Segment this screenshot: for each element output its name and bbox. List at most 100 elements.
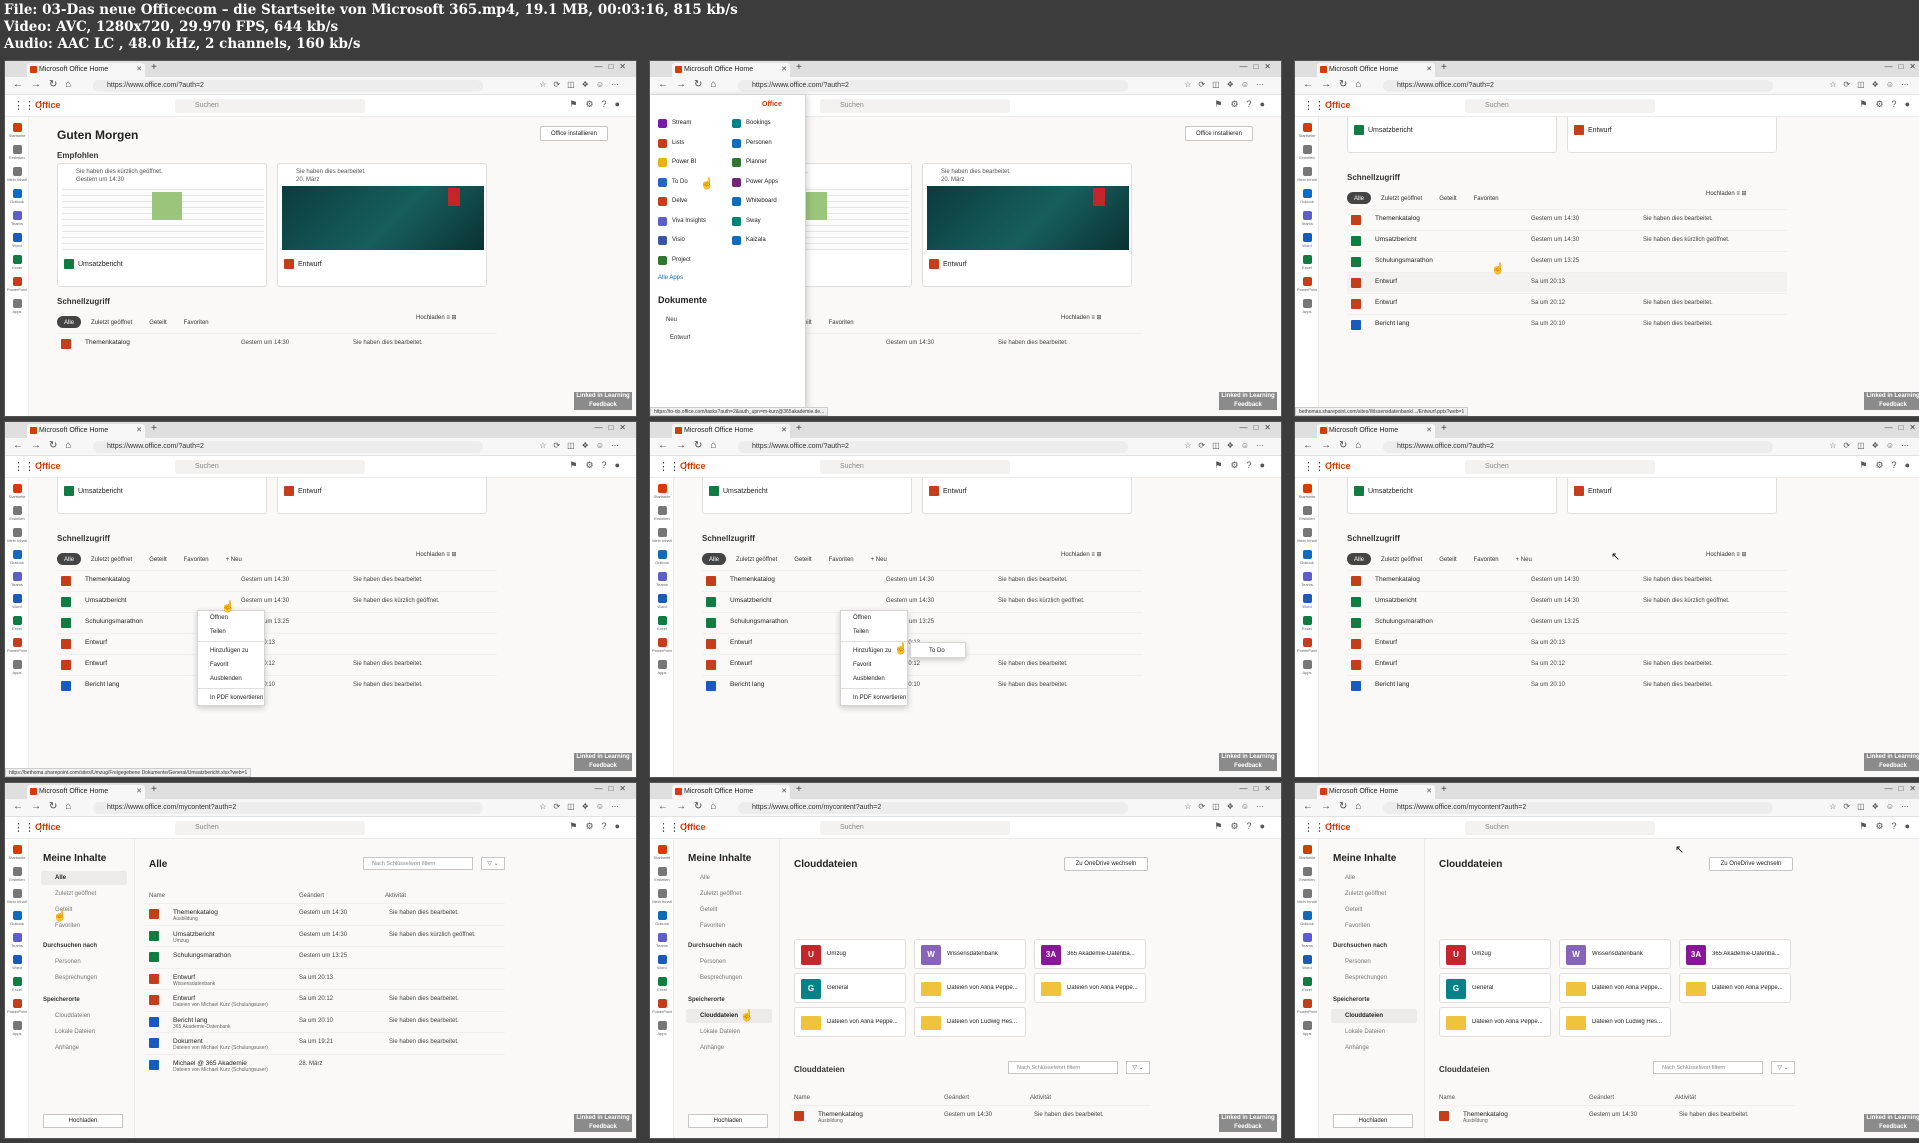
file-row[interactable]: Entwurf Sa um 20:13: [1347, 272, 1787, 292]
recent-card[interactable]: Entwurf: [922, 478, 1132, 514]
address-bar[interactable]: https://www.office.com/?auth=2: [93, 80, 483, 92]
new-tab-icon[interactable]: +: [151, 423, 157, 434]
upload-button[interactable]: Hochladen: [1333, 1114, 1413, 1128]
context-menu-item[interactable]: In PDF konvertieren: [198, 691, 264, 705]
context-menu-item[interactable]: Öffnen: [841, 611, 907, 625]
rail-item-0[interactable]: Startseite: [1297, 123, 1317, 145]
window-controls[interactable]: —□✕: [1239, 784, 1277, 793]
rail-item-4[interactable]: Teams: [652, 572, 672, 594]
window-controls[interactable]: —□✕: [594, 62, 632, 71]
location-2[interactable]: Anhänge: [686, 1041, 772, 1055]
address-bar[interactable]: https://www.office.com/?auth=2: [738, 80, 1128, 92]
close-tab-icon[interactable]: ✕: [1426, 424, 1432, 438]
rail-item-8[interactable]: Apps: [7, 660, 27, 682]
location-0[interactable]: Clouddateien: [1331, 1009, 1417, 1023]
window-controls[interactable]: —□✕: [1884, 784, 1919, 793]
pill-favorites[interactable]: Favoriten: [1467, 553, 1506, 565]
app-r2[interactable]: Planner: [728, 154, 798, 170]
rail-item-7[interactable]: PowerPoint: [652, 638, 672, 660]
recent-document[interactable]: Entwurf: [670, 335, 690, 341]
rail-item-2[interactable]: Mein Inhalt: [652, 889, 672, 911]
rail-item-0[interactable]: Startseite: [1297, 484, 1317, 506]
file-row[interactable]: Themenkatalog Ausbildung Gestern um 14:30 S…: [790, 1105, 1150, 1125]
nav-1[interactable]: Zuletzt geöffnet: [1331, 887, 1417, 901]
file-row[interactable]: Umsatzbericht Gestern um 14:30 Sie haben d…: [1347, 591, 1787, 611]
pill-recent[interactable]: Zuletzt geöffnet: [84, 553, 139, 565]
rail-item-5[interactable]: Word: [1297, 955, 1317, 977]
address-bar[interactable]: https://www.office.com/?auth=2: [738, 441, 1128, 453]
rail-item-2[interactable]: Mein Inhalt: [7, 889, 27, 911]
rail-item-2[interactable]: Mein Inhalt: [7, 528, 27, 550]
location-0[interactable]: Clouddateien: [41, 1009, 127, 1023]
rail-item-0[interactable]: Startseite: [652, 484, 672, 506]
file-row[interactable]: Umsatzbericht Gestern um 14:30 Sie haben d…: [57, 591, 497, 611]
nav-1[interactable]: Zuletzt geöffnet: [686, 887, 772, 901]
browser-tab[interactable]: Microsoft Office Home ✕: [1317, 63, 1435, 77]
new-tab-icon[interactable]: +: [1441, 62, 1447, 73]
view-toggle-icons[interactable]: ≡ ⊞: [1090, 315, 1101, 321]
file-row[interactable]: Themenkatalog Gestern um 14:30 Sie haben d…: [1347, 209, 1787, 229]
back-forward-reload-icons[interactable]: ←→↻⌂: [13, 801, 79, 812]
pill-alle[interactable]: Alle: [702, 553, 727, 565]
recent-card[interactable]: Sie haben dies bearbeitet. 20. März Entwur…: [922, 163, 1132, 287]
cloud-location-tile[interactable]: Dateien von Alina Peppe...: [794, 1007, 906, 1037]
browser-tab[interactable]: Microsoft Office Home ✕: [672, 785, 790, 799]
nav-3[interactable]: Favoriten: [1331, 919, 1417, 933]
office-brand[interactable]: Office: [1325, 100, 1351, 110]
address-bar[interactable]: https://www.office.com/mycontent?auth=2: [93, 802, 483, 814]
browser-tab[interactable]: Microsoft Office Home ✕: [27, 63, 145, 77]
view-toggle-icons[interactable]: ≡ ⊞: [445, 315, 456, 321]
browser-toolbar-icons[interactable]: ☆⟳◫❖☺⋯: [1184, 441, 1271, 450]
rail-item-5[interactable]: Word: [652, 594, 672, 616]
window-controls[interactable]: —□✕: [594, 423, 632, 432]
back-forward-reload-icons[interactable]: ←→↻⌂: [658, 79, 724, 90]
file-row[interactable]: Entwurf Wissensdatenbank Sa um 20:13: [145, 967, 505, 988]
rail-item-0[interactable]: Startseite: [7, 845, 27, 867]
rail-item-4[interactable]: Teams: [652, 933, 672, 955]
rail-item-8[interactable]: Apps: [1297, 1021, 1317, 1043]
file-row[interactable]: Schulungsmarathon Gestern um 13:25: [1347, 251, 1787, 271]
rail-item-5[interactable]: Word: [1297, 594, 1317, 616]
rail-item-1[interactable]: Erstellen: [652, 506, 672, 528]
pill-shared[interactable]: Geteilt: [1432, 192, 1463, 204]
upload-button[interactable]: Hochladen: [688, 1114, 768, 1128]
file-row[interactable]: Schulungsmarathon Gestern um 13:25: [702, 612, 1142, 632]
rail-item-7[interactable]: PowerPoint: [1297, 638, 1317, 660]
back-forward-reload-icons[interactable]: ←→↻⌂: [658, 440, 724, 451]
file-row[interactable]: Themenkatalog Ausbildung Gestern um 14:30 S…: [1435, 1105, 1795, 1125]
cloud-location-tile[interactable]: G General: [794, 973, 906, 1003]
file-row[interactable]: Umsatzbericht Gestern um 14:30 Sie haben d…: [702, 591, 1142, 611]
pill-alle[interactable]: Alle: [1347, 553, 1372, 565]
pill-shared[interactable]: Geteilt: [142, 316, 173, 328]
location-2[interactable]: Anhänge: [1331, 1041, 1417, 1055]
rail-item-3[interactable]: Outlook: [1297, 550, 1317, 572]
cloud-location-tile[interactable]: Dateien von Alina Peppe...: [1439, 1007, 1551, 1037]
file-row[interactable]: Entwurf Sa um 20:13: [1347, 633, 1787, 653]
context-menu-item[interactable]: Favorit: [841, 658, 907, 672]
rail-item-1[interactable]: Erstellen: [7, 145, 27, 167]
rail-item-3[interactable]: Outlook: [7, 550, 27, 572]
cloud-location-tile[interactable]: Dateien von Alina Peppe...: [1559, 973, 1671, 1003]
upload-button[interactable]: Hochladen: [1706, 191, 1735, 197]
recent-card[interactable]: Umsatzbericht: [57, 478, 267, 514]
browser-toolbar-icons[interactable]: ☆⟳◫❖☺⋯: [1184, 80, 1271, 89]
rail-item-7[interactable]: PowerPoint: [7, 277, 27, 299]
nav-3[interactable]: Favoriten: [686, 919, 772, 933]
file-row[interactable]: Themenkatalog Gestern um 14:30 Sie haben d…: [57, 570, 497, 590]
app-r4[interactable]: Whiteboard: [728, 193, 798, 209]
browser-tab[interactable]: Microsoft Office Home ✕: [27, 424, 145, 438]
browse-0[interactable]: Personen: [1331, 955, 1417, 969]
window-controls[interactable]: —□✕: [594, 784, 632, 793]
rail-item-1[interactable]: Erstellen: [1297, 506, 1317, 528]
file-row[interactable]: Bericht lang 365 Akademie-Datenbank Sa um …: [145, 1010, 505, 1031]
rail-item-4[interactable]: Teams: [1297, 933, 1317, 955]
all-apps-link[interactable]: Alle Apps: [658, 275, 683, 281]
cloud-location-tile[interactable]: W Wissensdatenbank: [914, 939, 1026, 969]
recent-card[interactable]: Sie haben dies kürzlich geöffnet. Gestern…: [57, 163, 267, 287]
pill-alle[interactable]: Alle: [1347, 192, 1372, 204]
app-r1[interactable]: Personen: [728, 135, 798, 151]
pill-new[interactable]: + Neu: [1509, 553, 1539, 565]
cloud-location-tile[interactable]: Dateien von Alina Peppe...: [1034, 973, 1146, 1003]
rail-item-0[interactable]: Startseite: [652, 845, 672, 867]
rail-item-5[interactable]: Word: [7, 594, 27, 616]
